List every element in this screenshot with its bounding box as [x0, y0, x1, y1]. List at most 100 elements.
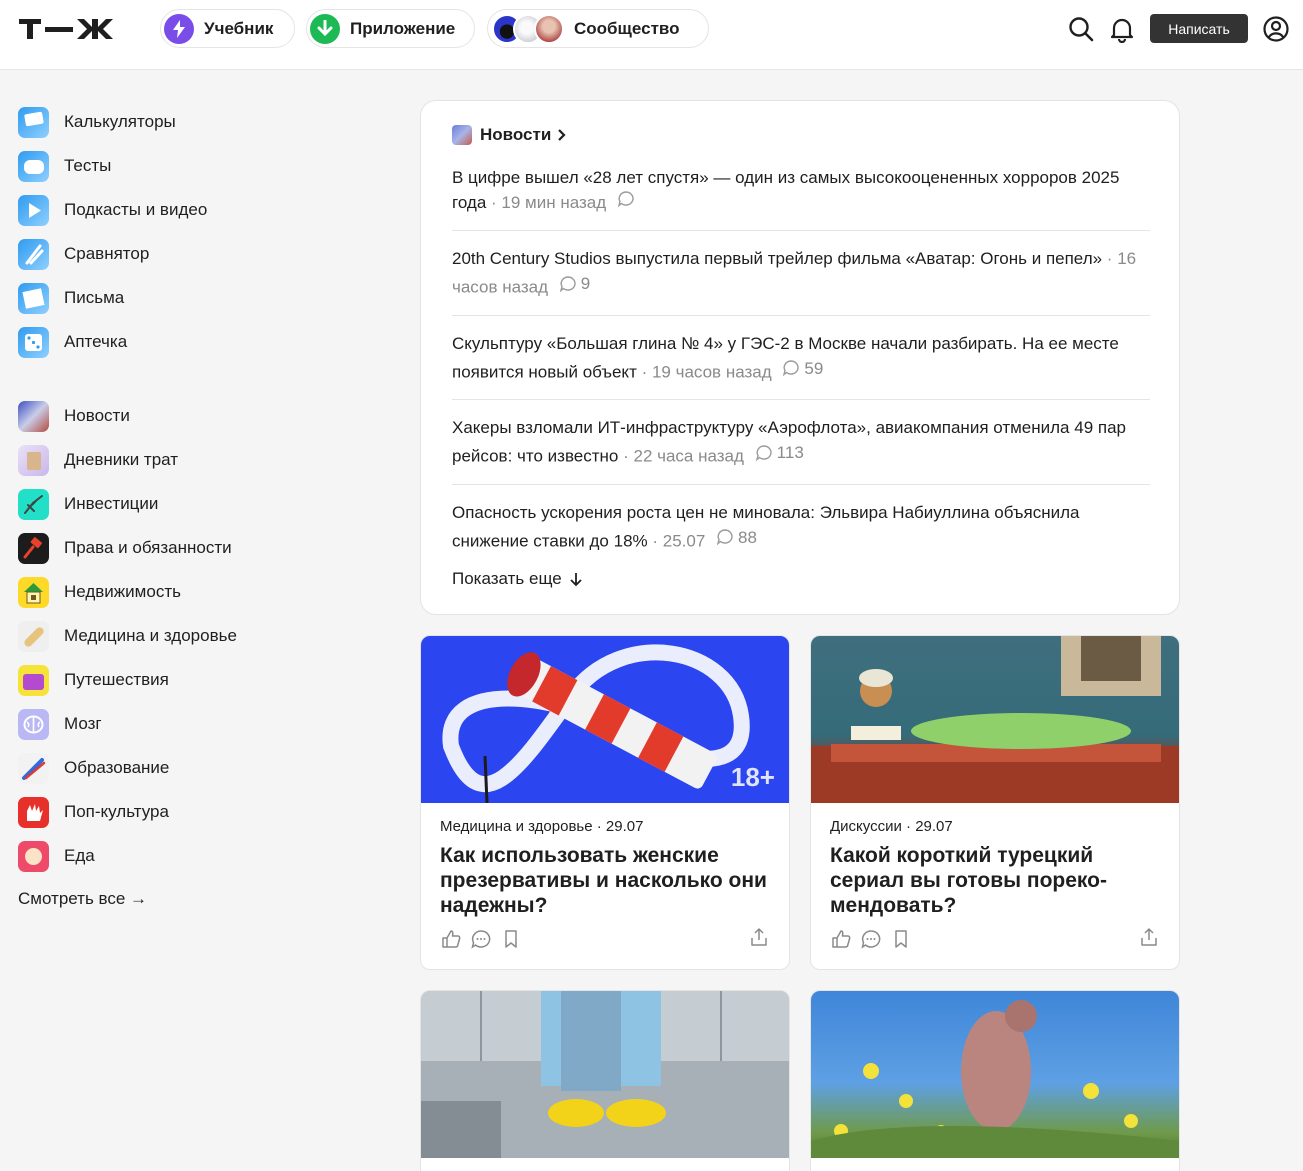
community-label: Сообщество — [574, 18, 680, 38]
sidebar-item-letters[interactable]: Письма — [18, 276, 318, 320]
news-icon — [18, 400, 49, 432]
house-icon — [18, 576, 49, 608]
article-image — [811, 636, 1179, 803]
avatar — [534, 13, 564, 44]
search-icon[interactable] — [1067, 15, 1095, 43]
sidebar-item-calculators[interactable]: Калькуляторы — [18, 100, 318, 144]
news-item[interactable]: Хакеры взломали ИТ-инфраструктуру «Аэроф… — [452, 415, 1150, 485]
news-icon — [452, 125, 472, 145]
article-actions — [440, 928, 530, 950]
sidebar-item-brain[interactable]: Мозг — [18, 702, 318, 746]
article-image: 18+ — [421, 636, 789, 803]
news-title: Новости — [480, 125, 552, 144]
comment-icon — [716, 529, 733, 546]
news-time: 22 часа назад — [633, 446, 744, 466]
article-actions — [830, 928, 920, 950]
article-card[interactable] — [810, 990, 1180, 1171]
article-title[interactable]: Какой короткий турецкий сериал вы готовы… — [830, 843, 1165, 918]
article-image — [421, 991, 789, 1158]
tzh-logo[interactable] — [19, 17, 139, 41]
sidebar-item-comparator[interactable]: Сравнятор — [18, 232, 318, 276]
textbook-pill[interactable]: Учебник — [160, 9, 295, 48]
comment-icon — [755, 444, 772, 461]
sidebar-item-spending-diaries[interactable]: Дневники трат — [18, 438, 318, 482]
share-icon[interactable] — [1138, 926, 1160, 948]
article-meta: Дискуссии · 29.07 — [830, 818, 953, 835]
sidebar-divider — [18, 364, 318, 394]
sidebar-item-food[interactable]: Еда — [18, 834, 318, 878]
article-title[interactable]: Как использовать женские презервативы и … — [440, 843, 775, 918]
news-item[interactable]: 20th Century Studios выпустила первый тр… — [452, 246, 1150, 316]
profile-icon[interactable] — [1262, 15, 1290, 43]
see-all-link[interactable]: Смотреть все → — [18, 884, 318, 914]
community-avatars — [492, 13, 564, 44]
comments-count[interactable]: 88 — [716, 525, 757, 550]
compare-icon — [18, 238, 49, 270]
article-meta: Медицина и здоровье · 29.07 — [440, 818, 644, 835]
news-item[interactable]: Скульптуру «Большая глина № 4» у ГЭС-2 в… — [452, 331, 1150, 400]
arrow-down-icon — [570, 573, 582, 587]
like-icon[interactable] — [440, 928, 462, 950]
like-icon[interactable] — [830, 928, 852, 950]
news-list: В цифре вышел «28 лет спустя» — один из … — [452, 165, 1150, 583]
sidebar-item-podcasts[interactable]: Подкасты и видео — [18, 188, 318, 232]
comments-count[interactable] — [617, 190, 639, 208]
comments-count[interactable]: 9 — [559, 271, 590, 296]
news-card: Новости В цифре вышел «28 лет спустя» — … — [420, 100, 1180, 615]
gavel-icon — [18, 532, 49, 564]
sidebar-item-education[interactable]: Образование — [18, 746, 318, 790]
write-button[interactable]: Написать — [1150, 14, 1248, 43]
bell-icon[interactable] — [1108, 15, 1136, 43]
dice-icon — [18, 326, 49, 358]
comment-icon — [783, 360, 800, 377]
news-header-link[interactable]: Новости — [452, 125, 569, 145]
news-time: 19 часов назад — [651, 362, 772, 381]
bookmark-icon[interactable] — [500, 928, 522, 950]
chevron-right-icon — [558, 129, 566, 141]
bolt-icon — [164, 13, 194, 44]
textbook-label: Учебник — [204, 18, 274, 38]
sidebar-item-investments[interactable]: Инвестиции — [18, 482, 318, 526]
letter-icon — [18, 282, 49, 314]
news-item[interactable]: Опасность ускорения роста цен не миновал… — [452, 500, 1150, 569]
download-arrow-icon — [310, 13, 340, 44]
age-badge: 18+ — [730, 762, 775, 792]
suitcase-icon — [18, 664, 49, 696]
top-header: Учебник Приложение Сообщество Написать — [0, 0, 1303, 70]
education-icon — [18, 752, 49, 784]
article-image — [811, 991, 1179, 1158]
sidebar-item-news[interactable]: Новости — [18, 394, 318, 438]
bookmark-icon[interactable] — [890, 928, 912, 950]
comment-icon[interactable] — [470, 928, 492, 950]
app-pill[interactable]: Приложение — [306, 9, 475, 48]
show-more-button[interactable]: Показать еще — [452, 569, 584, 589]
bandage-icon — [18, 620, 49, 652]
article-card[interactable]: 18+ Медицина и здоровье · 29.07 Как испо… — [420, 635, 790, 970]
gamepad-icon — [18, 150, 49, 182]
sidebar-item-tests[interactable]: Тесты — [18, 144, 318, 188]
sidebar-item-rights[interactable]: Права и обязанности — [18, 526, 318, 570]
sidebar-item-travel[interactable]: Путешествия — [18, 658, 318, 702]
share-icon[interactable] — [748, 926, 770, 948]
news-item[interactable]: В цифре вышел «28 лет спустя» — один из … — [452, 165, 1150, 231]
comments-count[interactable]: 113 — [755, 440, 804, 465]
community-pill[interactable]: Сообщество — [487, 9, 709, 48]
play-icon — [18, 194, 49, 226]
comment-icon — [559, 275, 576, 292]
sidebar-item-medicine[interactable]: Медицина и здоровье — [18, 614, 318, 658]
article-card[interactable]: Дискуссии · 29.07 Какой короткий турецки… — [810, 635, 1180, 970]
sidebar-item-pop-culture[interactable]: Поп-культура — [18, 790, 318, 834]
app-label: Приложение — [350, 18, 456, 38]
diary-icon — [18, 444, 49, 476]
sidebar-item-pharmacy[interactable]: Аптечка — [18, 320, 318, 364]
article-card[interactable] — [420, 990, 790, 1171]
brain-icon — [18, 708, 49, 740]
comments-count[interactable]: 59 — [782, 356, 823, 381]
news-time: 19 мин назад — [501, 193, 607, 212]
invest-icon — [18, 488, 49, 520]
sidebar-item-real-estate[interactable]: Недвижимость — [18, 570, 318, 614]
comment-icon[interactable] — [860, 928, 882, 950]
food-icon — [18, 840, 49, 872]
news-time: 25.07 — [662, 531, 706, 550]
comment-icon — [617, 191, 634, 208]
